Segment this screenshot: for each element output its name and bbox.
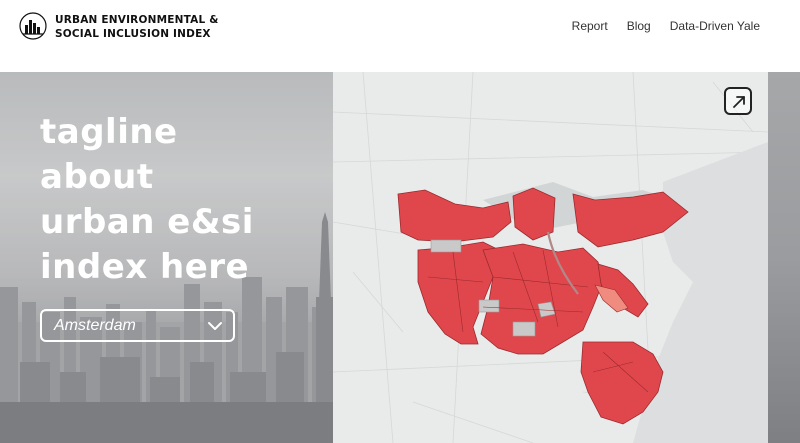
site-header: URBAN ENVIRONMENTAL & SOCIAL INCLUSION I… (0, 0, 800, 72)
chevron-down-icon (208, 322, 222, 330)
nav-data-driven-yale-link[interactable]: Data-Driven Yale (670, 19, 760, 33)
city-select[interactable]: Amsterdam (40, 309, 235, 342)
logo-icon[interactable] (19, 12, 47, 40)
tagline-line: about (40, 157, 154, 197)
brand-line-1: URBAN ENVIRONMENTAL & (55, 14, 219, 26)
tagline-line: tagline (40, 112, 178, 152)
main-nav: Report Blog Data-Driven Yale (572, 19, 760, 33)
tagline-line: urban e&si (40, 202, 254, 242)
brand-title[interactable]: URBAN ENVIRONMENTAL & SOCIAL INCLUSION I… (55, 13, 219, 41)
nav-report-link[interactable]: Report (572, 19, 608, 33)
hero-panel: tagline about urban e&si index here Amst… (0, 72, 333, 443)
city-map[interactable] (333, 72, 768, 443)
map-canvas[interactable] (333, 72, 768, 443)
city-photo-strip (768, 72, 800, 443)
hero-tagline: tagline about urban e&si index here (40, 110, 300, 290)
expand-map-button[interactable] (724, 87, 752, 115)
tagline-line: index here (40, 247, 250, 287)
nav-blog-link[interactable]: Blog (627, 19, 651, 33)
city-select-value: Amsterdam (54, 317, 136, 334)
brand-line-2: SOCIAL INCLUSION INDEX (55, 28, 211, 40)
expand-arrow-icon (733, 96, 745, 108)
